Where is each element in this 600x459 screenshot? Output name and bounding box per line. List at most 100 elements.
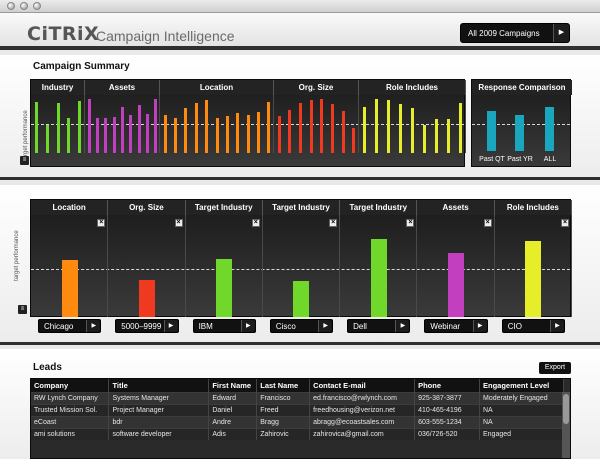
table-cell: NA	[479, 415, 564, 428]
summary-column-location	[160, 95, 274, 153]
table-scrollbar[interactable]	[562, 392, 570, 458]
close-icon[interactable]: ×	[560, 219, 569, 227]
summary-column-header: Assets	[85, 80, 160, 95]
chevron-right-icon[interactable]: ▶	[86, 320, 101, 332]
detail-filter-value: 5000–9999	[121, 322, 162, 331]
summary-bar	[34, 101, 38, 153]
table-cell: 410-465-4196	[414, 403, 480, 416]
table-cell: RW Lynch Company	[31, 391, 110, 404]
table-column-header[interactable]: Last Name	[256, 379, 311, 392]
close-icon[interactable]: ×	[174, 219, 183, 227]
chevron-right-icon[interactable]: ▶	[240, 320, 255, 332]
detail-filter-dropdown[interactable]: Webinar ▶	[424, 319, 488, 333]
table-column-header[interactable]: First Name	[208, 379, 258, 392]
close-icon[interactable]: ×	[483, 219, 492, 227]
chevron-right-icon[interactable]: ▶	[395, 320, 410, 332]
summary-column-header: Industry	[31, 80, 85, 95]
detail-column: ×	[340, 215, 418, 317]
table-row[interactable]: Trusted Mission Sol. Project Manager Danie…	[31, 403, 564, 416]
table-cell: Edward	[208, 391, 258, 404]
detail-column: ×	[263, 215, 341, 317]
close-icon[interactable]: ×	[406, 219, 415, 227]
detail-filter-dropdown[interactable]: Chicago ▶	[38, 319, 102, 333]
table-column-header[interactable]: Phone	[414, 379, 480, 392]
close-icon[interactable]: ×	[97, 219, 106, 227]
minimize-window-icon[interactable]	[20, 2, 28, 10]
summary-bar	[184, 107, 188, 153]
settings-icon[interactable]: ≡	[18, 305, 27, 314]
summary-bar	[267, 101, 271, 153]
summary-bar	[121, 106, 124, 153]
chevron-right-icon[interactable]: ▶	[472, 320, 487, 332]
summary-bar	[246, 114, 250, 153]
detail-bar	[216, 258, 233, 317]
summary-bar	[78, 100, 82, 153]
zoom-window-icon[interactable]	[33, 2, 41, 10]
summary-bar	[411, 107, 414, 153]
table-cell: Moderately Engaged	[479, 391, 564, 404]
table-column-header[interactable]: Company	[31, 379, 110, 392]
table-row[interactable]: eCoast bdr Andre Bragg abragg@ecoastsales.co…	[31, 415, 564, 428]
export-button[interactable]: Export	[539, 362, 571, 374]
leads-table: Company Title First Name Last Name Contact E…	[30, 378, 571, 459]
summary-bar	[434, 119, 438, 153]
table-column-header[interactable]: Contact E-mail	[309, 379, 416, 392]
table-body: RW Lynch Company Systems Manager Edward Fra…	[31, 391, 564, 440]
detail-filter-dropdown[interactable]: CIO ▶	[501, 319, 565, 333]
table-column-header[interactable]: Title	[108, 379, 210, 392]
detail-filter-value: Dell	[353, 322, 367, 331]
detail-filter-dropdown[interactable]: Dell ▶	[347, 319, 411, 333]
table-cell: Zahirovic	[256, 427, 311, 440]
summary-bar	[387, 100, 391, 153]
table-column-header[interactable]: Engagement Level	[479, 379, 564, 392]
summary-bar	[225, 116, 229, 153]
close-icon[interactable]: ×	[251, 219, 260, 227]
summary-bar	[112, 117, 116, 153]
summary-column-industry	[31, 95, 85, 153]
detail-filter-dropdown[interactable]: Cisco ▶	[269, 319, 334, 333]
summary-bar	[256, 111, 260, 153]
detail-filter-value: Cisco	[275, 322, 296, 331]
chevron-right-icon[interactable]: ▶	[549, 320, 564, 332]
detail-bar	[293, 281, 310, 317]
detail-column: ×	[495, 215, 572, 317]
detail-column: ×	[186, 215, 263, 317]
leads-panel: Leads Export Company Title First Name Last …	[0, 349, 600, 459]
table-cell: 925-387-3877	[414, 391, 480, 404]
response-bar	[545, 106, 554, 151]
table-cell: abragg@ecoastsales.com	[309, 415, 416, 428]
response-comparison-chart: Response Comparison Past QT Past YR ALL	[471, 79, 572, 167]
detail-filter-dropdown[interactable]: 5000–9999 ▶	[115, 319, 179, 333]
table-cell: ami solutions	[31, 427, 110, 440]
y-axis-label: target performance	[14, 230, 20, 281]
summary-bar	[446, 119, 450, 153]
table-cell: Francisco	[256, 391, 311, 404]
detail-filter-value: IBM	[198, 322, 213, 331]
campaign-dropdown[interactable]: All 2009 Campaigns ▶	[460, 23, 570, 43]
chevron-right-icon[interactable]: ▶	[553, 24, 569, 42]
scrollbar-thumb[interactable]	[563, 394, 569, 424]
table-cell: NA	[479, 403, 564, 416]
leads-title: Leads	[33, 362, 62, 373]
summary-bar	[277, 116, 281, 153]
summary-bar	[330, 103, 334, 153]
settings-icon[interactable]: ≡	[20, 156, 29, 165]
summary-bar	[309, 99, 313, 153]
table-cell: Adis	[208, 427, 258, 440]
table-row[interactable]: RW Lynch Company Systems Manager Edward Fra…	[31, 391, 564, 404]
summary-bar	[422, 124, 426, 153]
detail-filter-dropdown[interactable]: IBM ▶	[192, 319, 256, 333]
detail-filter-value: CIO	[507, 322, 522, 331]
table-row[interactable]: ami solutions software developer Adis Zahir…	[31, 427, 564, 440]
chevron-right-icon[interactable]: ▶	[163, 320, 178, 332]
summary-column-header: Org. Size	[274, 80, 359, 95]
close-icon[interactable]: ×	[329, 219, 338, 227]
citrix-logo: CiTRiX	[27, 23, 100, 45]
close-window-icon[interactable]	[7, 2, 15, 10]
summary-chart: Industry Assets Location Org. Size Role Incl…	[30, 79, 466, 167]
summary-bar	[45, 124, 49, 153]
table-cell: 603-555-1234	[414, 415, 480, 428]
table-cell: ed.francisco@rwlynch.com	[309, 391, 416, 404]
chevron-right-icon[interactable]: ▶	[318, 320, 333, 332]
detail-filter-value: Webinar	[430, 322, 461, 331]
